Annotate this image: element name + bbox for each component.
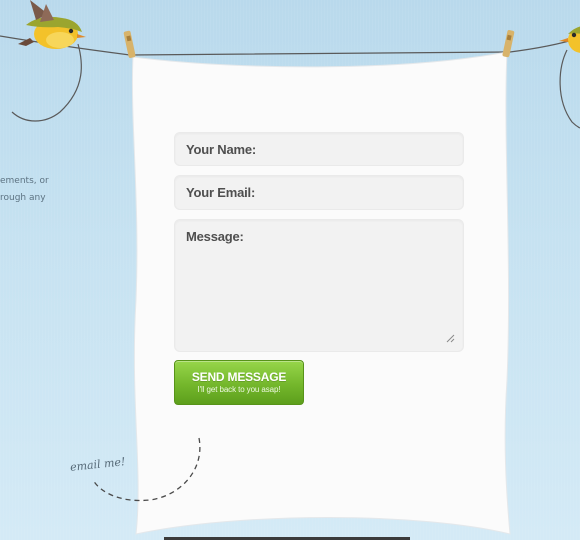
resize-grip-icon[interactable] [446, 334, 455, 343]
email-field[interactable]: Your Email: [174, 175, 464, 210]
name-field[interactable]: Your Name: [174, 132, 464, 166]
send-button-sublabel: I'll get back to you asap! [197, 385, 281, 394]
send-message-button[interactable]: SEND MESSAGE I'll get back to you asap! [174, 360, 304, 405]
message-field[interactable]: Message: [174, 219, 464, 352]
name-field-label: Your Name: [186, 142, 256, 157]
send-button-label: SEND MESSAGE [191, 370, 287, 384]
email-field-label: Your Email: [186, 185, 256, 200]
message-field-label: Message: [186, 229, 244, 244]
